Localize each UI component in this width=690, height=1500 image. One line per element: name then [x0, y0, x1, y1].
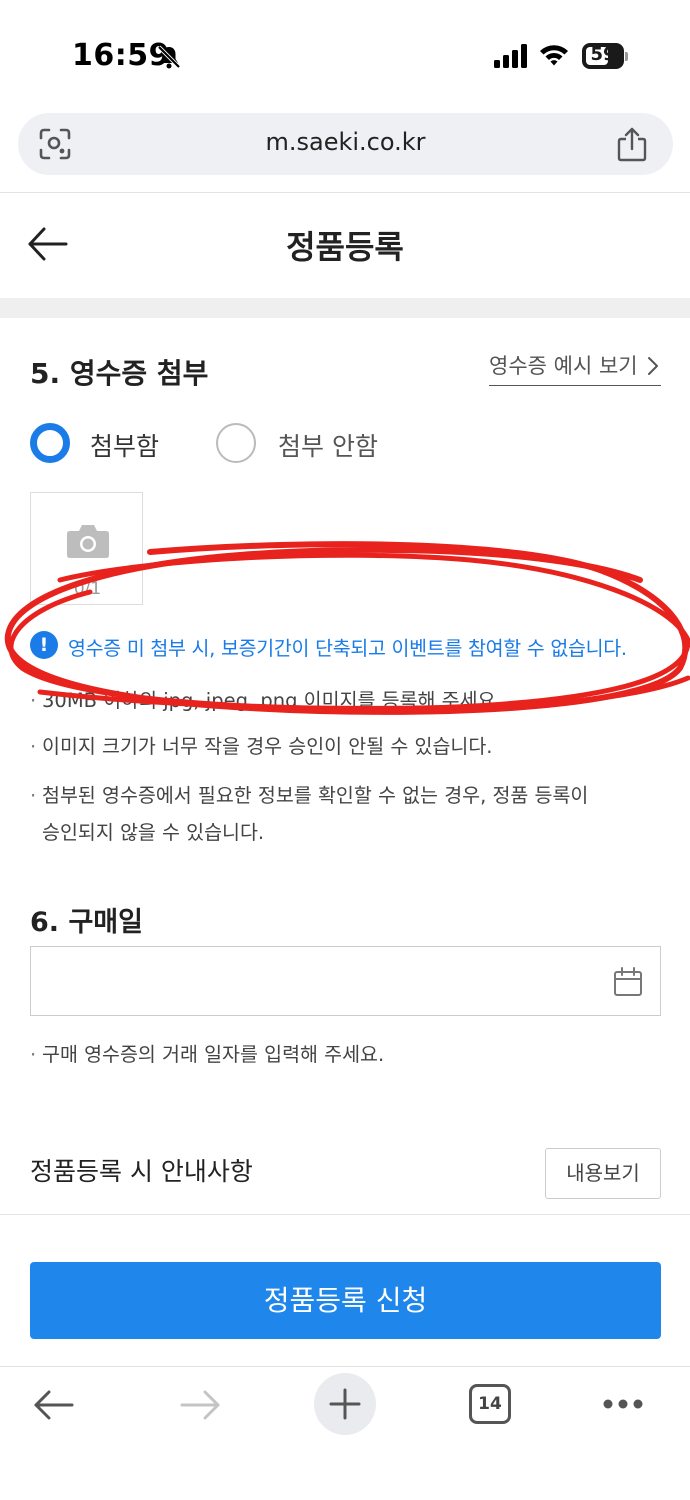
note-item: · 첨부된 영수증에서 필요한 정보를 확인할 수 없는 경우, 정품 등록이	[30, 784, 589, 807]
divider	[0, 1214, 690, 1215]
page-title: 정품등록	[286, 228, 404, 266]
back-arrow-icon[interactable]	[32, 1387, 76, 1423]
forward-arrow-icon[interactable]	[178, 1387, 222, 1423]
purchase-date-note-text: 구매 영수증의 거래 일자를 입력해 주세요.	[42, 1043, 385, 1066]
radio-no-attach[interactable]	[216, 423, 256, 463]
lens-icon[interactable]	[38, 127, 72, 161]
radio-attach-label[interactable]: 첨부함	[90, 427, 159, 463]
battery-level-text: 59	[590, 44, 616, 65]
signal-icon	[494, 44, 527, 68]
note-item-continued: 승인되지 않을 수 있습니다.	[42, 821, 265, 844]
tab-count-button[interactable]: 14	[469, 1384, 511, 1424]
divider	[0, 192, 690, 193]
calendar-icon[interactable]	[613, 967, 643, 997]
radio-attach[interactable]	[30, 423, 70, 463]
status-bar: 16:59 59	[0, 0, 690, 110]
chevron-right-icon	[648, 357, 658, 375]
plus-icon	[329, 1388, 361, 1420]
submit-registration-button[interactable]: 정품등록 신청	[30, 1262, 661, 1339]
section-purchase-date-title: 6. 구매일	[30, 907, 143, 938]
receipt-example-link-label[interactable]: 영수증 예시 보기	[489, 350, 638, 380]
browser-toolbar: 14	[0, 1367, 690, 1500]
url-text[interactable]: m.saeki.co.kr	[18, 128, 673, 156]
view-notice-button[interactable]: 내용보기	[545, 1148, 661, 1199]
section-separator	[0, 298, 690, 318]
battery-icon: 59	[582, 43, 628, 69]
radio-no-attach-label[interactable]: 첨부 안함	[278, 427, 378, 463]
note-text: 이미지 크기가 너무 작을 경우 승인이 안될 수 있습니다.	[42, 735, 493, 758]
bell-muted-icon	[157, 45, 181, 69]
purchase-date-input[interactable]	[30, 946, 661, 1016]
new-tab-button[interactable]	[314, 1373, 376, 1435]
note-text: 첨부된 영수증에서 필요한 정보를 확인할 수 없는 경우, 정품 등록이	[42, 784, 589, 807]
section-receipt-title: 5. 영수증 첨부	[30, 357, 209, 390]
notice-title: 정품등록 시 안내사항	[30, 1157, 253, 1186]
more-icon[interactable]	[602, 1397, 644, 1411]
purchase-date-note: · 구매 영수증의 거래 일자를 입력해 주세요.	[30, 1043, 385, 1066]
note-item: · 이미지 크기가 너무 작을 경우 승인이 안될 수 있습니다.	[30, 735, 493, 758]
red-annotation-scribble	[4, 541, 690, 715]
wifi-icon	[540, 45, 568, 66]
receipt-example-link[interactable]: 영수증 예시 보기	[489, 350, 661, 386]
share-icon[interactable]	[616, 126, 648, 162]
url-bar[interactable]: m.saeki.co.kr	[18, 113, 673, 175]
